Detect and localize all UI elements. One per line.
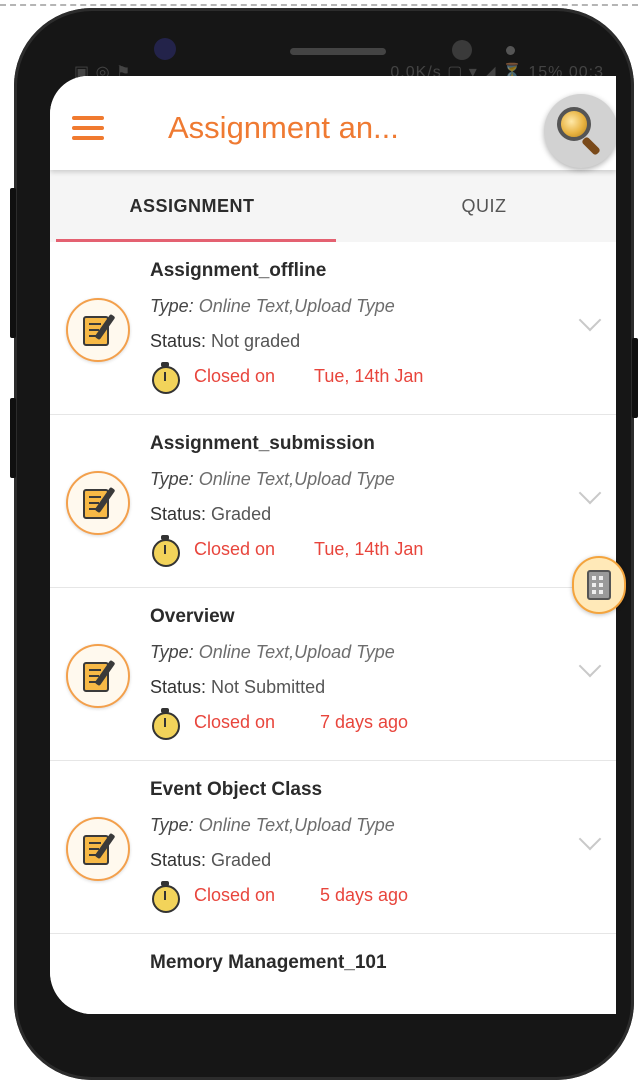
item-type: Type: Online Text,Upload Type [150, 469, 395, 489]
stopwatch-icon [152, 881, 180, 913]
chevron-down-icon[interactable] [578, 308, 602, 332]
app-bar: Assignment an... [50, 76, 616, 170]
item-status: Status: Not graded [150, 331, 301, 351]
tab-bar: ASSIGNMENT QUIZ [50, 170, 616, 242]
item-status: Status: Graded [150, 850, 272, 870]
iris-sensor [154, 38, 176, 60]
active-tab-indicator [56, 239, 336, 242]
tab-quiz[interactable]: QUIZ [334, 170, 616, 242]
stopwatch-icon [152, 362, 180, 394]
list-item[interactable]: Assignment_offline Type: Online Text,Upl… [50, 242, 616, 415]
assignment-icon [66, 298, 130, 362]
item-type: Type: Online Text,Upload Type [150, 642, 395, 662]
chevron-down-icon[interactable] [578, 654, 602, 678]
list-item[interactable]: Memory Management_101 [50, 934, 616, 1014]
item-type: Type: Online Text,Upload Type [150, 296, 395, 316]
front-camera [452, 40, 472, 60]
closed-date: 7 days ago [320, 712, 409, 732]
tab-assignment[interactable]: ASSIGNMENT [50, 170, 334, 242]
app-screen: Assignment an... ASSIGNMENT QUIZ Assignm… [50, 76, 616, 1014]
phone-frame: ▣ ◎ ⚑ 0.0K/s ▢ ▾ ◢ ⏳ 15% 00:3 Assignment… [10, 8, 638, 1080]
item-title: Event Object Class [150, 779, 323, 800]
item-type: Type: Online Text,Upload Type [150, 815, 395, 835]
stopwatch-icon [152, 535, 180, 567]
assignment-icon [66, 644, 130, 708]
calculator-button[interactable] [572, 556, 626, 614]
page-title: Assignment an... [168, 110, 399, 145]
chevron-down-icon[interactable] [578, 481, 602, 505]
list-item[interactable]: Event Object Class Type: Online Text,Upl… [50, 761, 616, 934]
chevron-down-icon[interactable] [578, 827, 602, 851]
item-title: Overview [150, 606, 235, 627]
hamburger-menu-icon[interactable] [72, 116, 104, 140]
power-button [632, 338, 638, 418]
bixby-button [10, 398, 16, 478]
earpiece-speaker [290, 48, 386, 55]
item-title: Assignment_offline [150, 260, 327, 281]
list-item[interactable]: Overview Type: Online Text,Upload Type S… [50, 588, 616, 761]
item-status: Status: Not Submitted [150, 677, 326, 697]
search-button[interactable] [544, 94, 616, 168]
proximity-sensor [506, 46, 515, 55]
assignment-icon [66, 817, 130, 881]
closed-date: 5 days ago [320, 885, 409, 905]
list-item[interactable]: Assignment_submission Type: Online Text,… [50, 415, 616, 588]
assignment-icon [66, 471, 130, 535]
item-status: Status: Graded [150, 504, 272, 524]
screenshot-border [0, 4, 638, 6]
calculator-icon [587, 570, 611, 600]
item-title: Memory Management_101 [150, 952, 387, 973]
assignment-list: Assignment_offline Type: Online Text,Upl… [50, 242, 616, 1014]
volume-button [10, 188, 16, 338]
item-title: Assignment_submission [150, 433, 375, 454]
closed-date: Tue, 14th Jan [314, 366, 424, 386]
stopwatch-icon [152, 708, 180, 740]
closed-date: Tue, 14th Jan [314, 539, 424, 559]
